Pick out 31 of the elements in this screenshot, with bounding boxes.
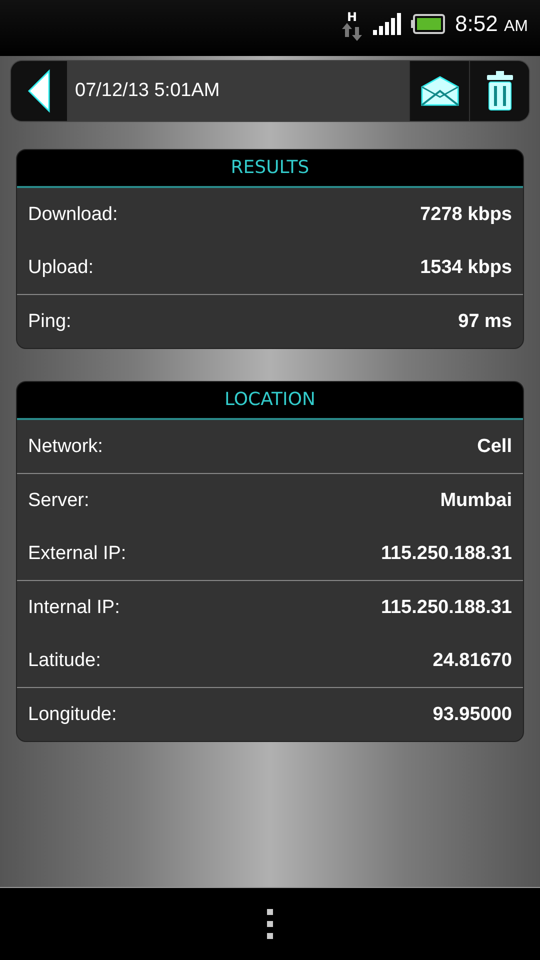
email-button[interactable] [409,61,469,121]
field-value: 115.250.188.31 [380,542,512,564]
envelope-icon [420,75,460,107]
section-title: LOCATION [17,382,523,420]
field-label: Longitude: [28,704,117,726]
field-value: Cell [477,436,512,458]
field-value: 115.250.188.31 [380,596,512,618]
field-label: Network: [28,436,103,458]
field-label: Server: [28,490,90,512]
field-value: 1534 kbps [420,256,512,278]
trash-icon [486,71,514,111]
section-title: RESULTS [17,150,523,188]
field-label: Internal IP: [28,596,120,618]
field-value: Mumbai [440,490,512,512]
battery-icon [411,14,446,34]
field-label: Latitude: [28,650,101,672]
field-label: Download: [28,204,118,226]
field-value: 93.95000 [432,704,512,726]
back-icon [27,69,51,113]
field-value: 7278 kbps [420,204,512,226]
menu-icon[interactable] [266,908,274,940]
field-value: 97 ms [458,310,512,332]
result-date: 07/12/13 5:01AM [67,61,409,121]
back-button[interactable] [11,61,67,121]
field-label: External IP: [28,542,126,564]
field-label: Ping: [28,310,72,332]
field-value: 24.81670 [432,650,512,672]
clock: 8:52 AM [455,11,528,37]
field-label: Upload: [28,256,94,278]
signal-icon [373,13,402,35]
delete-button[interactable] [469,61,529,121]
